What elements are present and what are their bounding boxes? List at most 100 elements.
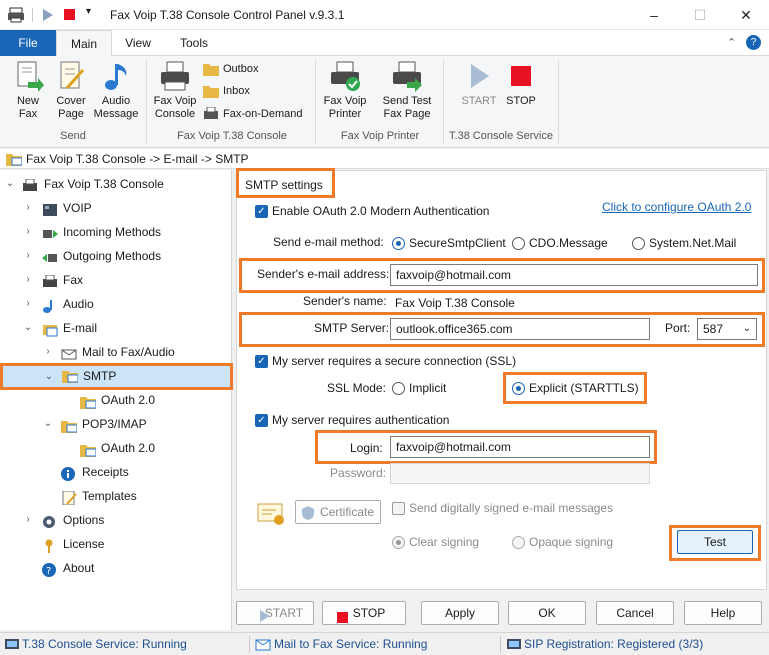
send-test-fax-page-button[interactable]: Send Test Fax Page (378, 60, 436, 121)
certificate-button[interactable]: Certificate (295, 500, 381, 524)
help-icon[interactable]: ? (746, 35, 761, 50)
password-input[interactable] (390, 463, 650, 484)
clear-signing-label: Clear signing (409, 535, 480, 549)
cover-page-button[interactable]: Cover Page (50, 60, 92, 121)
tree-node-incoming[interactable]: › Incoming Methods (0, 220, 230, 244)
tab-view[interactable]: View (113, 30, 163, 56)
tree-label-voip: VOIP (63, 201, 92, 215)
tab-main[interactable]: Main (56, 30, 112, 57)
tree-node-receipts[interactable]: Receipts (0, 460, 230, 484)
fax-voip-printer-button[interactable]: Fax Voip Printer (320, 60, 370, 121)
chevron-right-icon[interactable]: › (22, 508, 34, 532)
chevron-right-icon[interactable]: › (42, 340, 54, 364)
tree-node-voip[interactable]: › VOIP (0, 196, 230, 220)
method-cdo-radio[interactable] (512, 237, 525, 250)
tree-label-audio: Audio (63, 297, 94, 311)
tree-node-audio[interactable]: › Audio (0, 292, 230, 316)
smtp-server-input[interactable]: outlook.office365.com (390, 318, 650, 340)
configure-oauth-link[interactable]: Click to configure OAuth 2.0 (602, 200, 751, 214)
test-button[interactable]: Test (677, 530, 753, 554)
ribbon-separator (146, 60, 147, 144)
minimize-icon[interactable]: – (631, 0, 677, 30)
ssl-checkbox-label: My server requires a secure connection (… (272, 354, 517, 368)
tree-node-about[interactable]: ? About (0, 556, 230, 580)
chevron-right-icon[interactable]: › (22, 292, 34, 316)
qat-play-icon[interactable] (42, 9, 54, 24)
inbox-button[interactable]: Inbox (203, 82, 313, 100)
breadcrumb-folder-icon (6, 152, 23, 172)
audio-message-button[interactable]: Audio Message (92, 60, 140, 121)
qat-dropdown-icon[interactable]: ▾ (86, 6, 91, 17)
bottom-stop-button[interactable]: STOP (322, 601, 406, 625)
tree-node-options[interactable]: › Options (0, 508, 230, 532)
auth-checkbox[interactable]: ✓ (255, 414, 268, 427)
sender-name-value[interactable]: Fax Voip T.38 Console (395, 296, 515, 310)
ssl-implicit-radio[interactable] (392, 382, 405, 395)
maximize-icon[interactable]: ☐ (677, 0, 723, 30)
ssl-explicit-radio[interactable] (512, 382, 525, 395)
stop-square-icon (505, 60, 537, 92)
collapse-ribbon-icon[interactable]: ⌃ (727, 36, 736, 49)
tree-node-pop3[interactable]: ⌄ POP3/IMAP (0, 412, 230, 436)
ribbon-tab-bar: File Main View Tools ⌃ ? (0, 30, 769, 57)
tree-node-email[interactable]: ⌄ E-mail (0, 316, 230, 340)
printer-check-icon (329, 60, 361, 92)
tab-tools[interactable]: Tools (168, 30, 220, 56)
chevron-down-icon[interactable]: ⌄ (22, 316, 34, 340)
sign-checkbox[interactable] (392, 502, 405, 515)
tree-node-smtp[interactable]: ⌄ SMTP (0, 363, 233, 390)
clear-signing-radio[interactable] (392, 536, 405, 549)
help-button[interactable]: Help (684, 601, 762, 625)
opaque-signing-radio[interactable] (512, 536, 525, 549)
chevron-down-icon[interactable]: ⌄ (43, 366, 55, 387)
ok-button[interactable]: OK (508, 601, 586, 625)
service-stop-button[interactable]: STOP (500, 60, 542, 108)
chevron-right-icon[interactable]: › (22, 196, 34, 220)
status-separator (249, 636, 250, 653)
cancel-button[interactable]: Cancel (596, 601, 674, 625)
tree-node-templates[interactable]: Templates (0, 484, 230, 508)
tree-label-smtp: SMTP (83, 369, 117, 383)
chevron-right-icon[interactable]: › (22, 244, 34, 268)
sender-address-input[interactable]: faxvoip@hotmail.com (390, 264, 758, 286)
outbox-button[interactable]: Outbox (203, 60, 313, 78)
chevron-down-icon[interactable]: ⌄ (4, 172, 16, 196)
method-systemnetmail-radio[interactable] (632, 237, 645, 250)
gear-icon (42, 513, 58, 528)
outbox-folder-icon (203, 62, 219, 76)
tree-node-outgoing[interactable]: › Outgoing Methods (0, 244, 230, 268)
close-icon[interactable]: ✕ (723, 0, 769, 30)
chevron-down-icon[interactable]: ⌄ (42, 412, 54, 436)
new-fax-button[interactable]: New Fax (6, 60, 50, 121)
chevron-right-icon[interactable]: › (22, 268, 34, 292)
tree-node-mail-to-fax[interactable]: › Mail to Fax/Audio (0, 340, 230, 364)
tab-file[interactable]: File (0, 30, 56, 56)
ssl-checkbox[interactable]: ✓ (255, 355, 268, 368)
svg-text:?: ? (46, 566, 51, 577)
fax-voip-console-button[interactable]: Fax Voip Console (152, 60, 198, 121)
tree-label-templates: Templates (82, 489, 137, 503)
tree-node-root[interactable]: ⌄ Fax Voip T.38 Console (0, 172, 230, 196)
tree-node-pop3-oauth[interactable]: OAuth 2.0 (0, 436, 230, 460)
method-securesmtpclient-label: SecureSmtpClient (409, 236, 506, 250)
chevron-down-icon[interactable]: ⌄ (743, 319, 751, 339)
start-play-icon (259, 607, 271, 629)
tree-node-fax[interactable]: › Fax (0, 268, 230, 292)
chevron-right-icon[interactable]: › (22, 220, 34, 244)
qat-stop-icon[interactable] (64, 9, 76, 24)
fax-voip-console-label-2: Console (154, 108, 196, 120)
cover-page-label-1: Cover (56, 95, 86, 107)
method-securesmtpclient-radio[interactable] (392, 237, 405, 250)
smtp-server-label: SMTP Server: (314, 321, 390, 335)
fax-on-demand-button[interactable]: Fax-on-Demand (203, 105, 313, 123)
fax-voip-printer-label-1: Fax Voip (323, 95, 367, 107)
oauth-checkbox[interactable]: ✓ (255, 205, 268, 218)
apply-button[interactable]: Apply (421, 601, 499, 625)
login-input[interactable]: faxvoip@hotmail.com (390, 436, 650, 458)
tree-node-smtp-oauth[interactable]: OAuth 2.0 (0, 388, 230, 412)
tree-label-outgoing: Outgoing Methods (63, 249, 162, 263)
bottom-start-button[interactable]: START (236, 601, 314, 625)
port-select[interactable]: 587 ⌄ (697, 318, 757, 340)
service-start-button[interactable]: START (458, 60, 500, 108)
tree-node-license[interactable]: License (0, 532, 230, 556)
